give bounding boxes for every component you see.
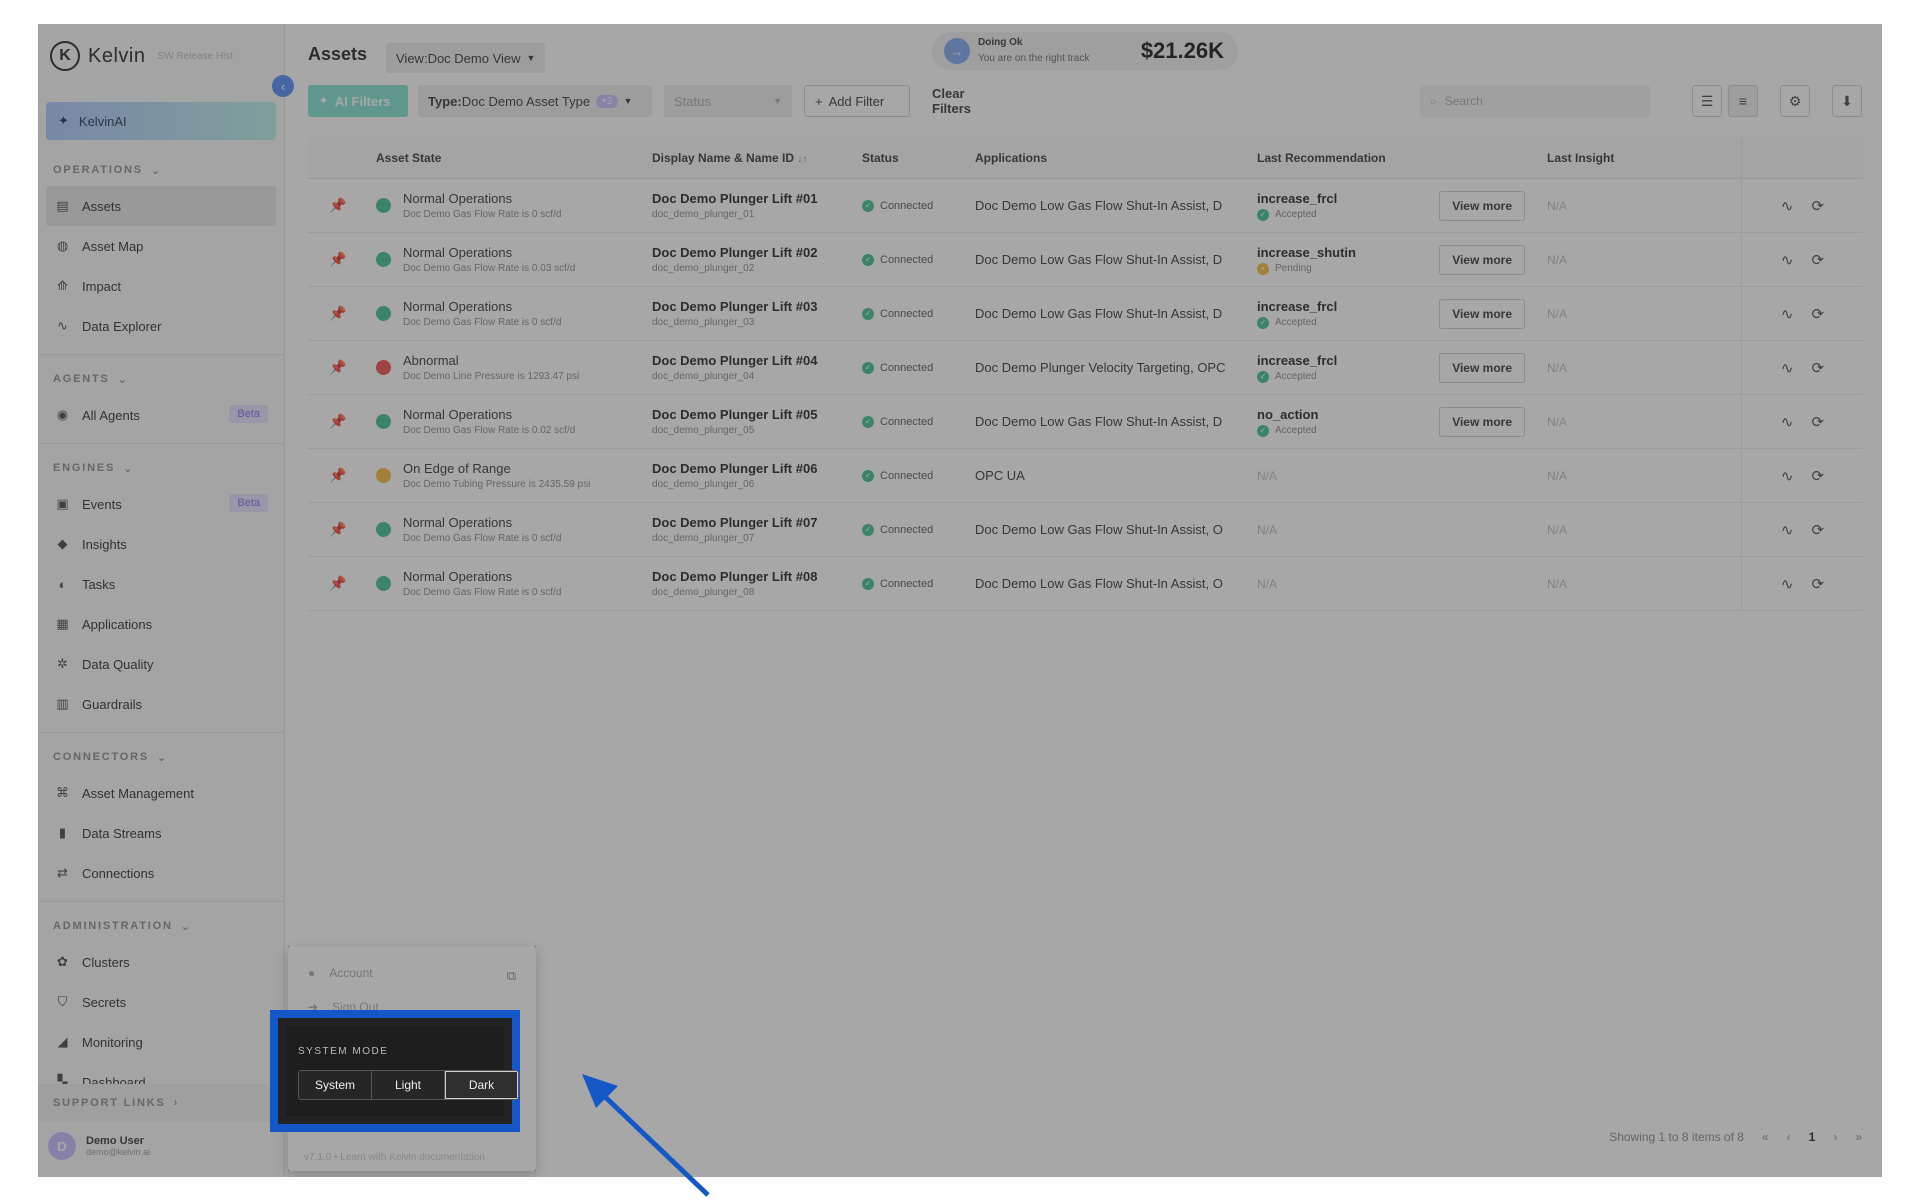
external-link-icon: ⧉ bbox=[506, 968, 516, 983]
system-mode-panel: SYSTEM MODE System Light Dark bbox=[286, 1026, 519, 1116]
account-menu-item[interactable]: ● Account bbox=[308, 966, 373, 980]
mode-dark-button[interactable]: Dark bbox=[445, 1071, 518, 1099]
theme-switcher: System Light Dark bbox=[298, 1070, 519, 1100]
system-mode-title: SYSTEM MODE bbox=[298, 1046, 389, 1057]
annotation-arrow-icon bbox=[582, 1074, 710, 1197]
account-label: Account bbox=[329, 966, 373, 980]
user-circle-icon: ● bbox=[308, 966, 316, 980]
mode-light-button[interactable]: Light bbox=[372, 1071, 445, 1099]
system-mode-highlight: SYSTEM MODE System Light Dark bbox=[270, 1010, 520, 1132]
mode-system-button[interactable]: System bbox=[299, 1071, 372, 1099]
app-window: K Kelvin SW Release Hist ✦ KelvinAI OPER… bbox=[38, 24, 1882, 1177]
version-text: v7.1.0 • Learn with Kelvin documentation bbox=[304, 1152, 485, 1163]
